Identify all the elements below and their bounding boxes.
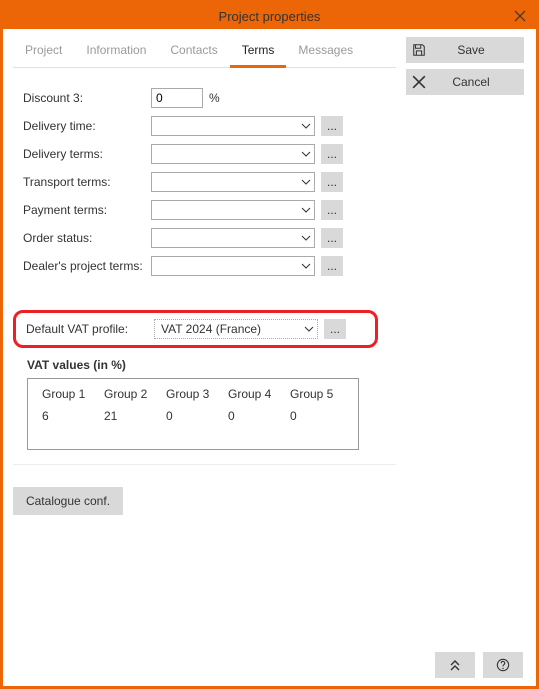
vat-value: 6 <box>42 409 104 423</box>
cancel-icon <box>406 75 432 89</box>
separator <box>13 464 396 465</box>
terms-form: Discount 3: % Delivery time: ... Deliver… <box>13 86 396 278</box>
ellipsis-delivery-time[interactable]: ... <box>321 116 343 136</box>
dropdown-vat-profile[interactable]: VAT 2024 (France) <box>154 319 318 339</box>
vat-value: 21 <box>104 409 166 423</box>
row-delivery-time: Delivery time: ... <box>23 114 396 138</box>
label-vat-profile: Default VAT profile: <box>26 322 154 336</box>
vat-values-heading: VAT values (in %) <box>27 358 396 372</box>
chevron-down-icon <box>301 261 311 271</box>
dropdown-delivery-terms[interactable] <box>151 144 315 164</box>
vat-profile-highlight: Default VAT profile: VAT 2024 (France) .… <box>13 310 378 348</box>
vat-value-row: 6 21 0 0 0 <box>28 407 358 429</box>
label-delivery-time: Delivery time: <box>23 119 151 133</box>
dropdown-delivery-time[interactable] <box>151 116 315 136</box>
tab-messages[interactable]: Messages <box>286 37 365 67</box>
help-icon <box>496 658 510 672</box>
dropdown-payment-terms[interactable] <box>151 200 315 220</box>
label-payment-terms: Payment terms: <box>23 203 151 217</box>
vat-value: 0 <box>228 409 290 423</box>
ellipsis-payment-terms[interactable]: ... <box>321 200 343 220</box>
label-delivery-terms: Delivery terms: <box>23 147 151 161</box>
ellipsis-transport-terms[interactable]: ... <box>321 172 343 192</box>
side-actions: Save Cancel <box>406 29 536 650</box>
tab-terms[interactable]: Terms <box>230 37 287 68</box>
vat-header-row: Group 1 Group 2 Group 3 Group 4 Group 5 <box>28 385 358 407</box>
window-title: Project properties <box>219 9 321 24</box>
vat-value: 0 <box>166 409 228 423</box>
save-icon <box>406 43 432 57</box>
close-button[interactable] <box>510 6 530 26</box>
input-discount3[interactable] <box>151 88 203 108</box>
row-transport-terms: Transport terms: ... <box>23 170 396 194</box>
tab-information[interactable]: Information <box>74 37 158 67</box>
vat-value: 0 <box>290 409 352 423</box>
vat-col-header: Group 1 <box>42 387 104 401</box>
label-discount3: Discount 3: <box>23 91 151 105</box>
row-order-status: Order status: ... <box>23 226 396 250</box>
catalogue-conf-button[interactable]: Catalogue conf. <box>13 487 123 515</box>
dropdown-order-status[interactable] <box>151 228 315 248</box>
chevron-down-icon <box>304 324 314 334</box>
cancel-button[interactable]: Cancel <box>406 69 524 95</box>
chevron-down-icon <box>301 205 311 215</box>
chevron-down-icon <box>301 149 311 159</box>
ellipsis-order-status[interactable]: ... <box>321 228 343 248</box>
row-dealer-terms: Dealer's project terms: ... <box>23 254 396 278</box>
ellipsis-vat-profile[interactable]: ... <box>324 319 346 339</box>
bottom-bar <box>435 647 533 683</box>
tab-contacts[interactable]: Contacts <box>158 37 229 67</box>
row-payment-terms: Payment terms: ... <box>23 198 396 222</box>
double-chevron-up-icon <box>448 658 462 672</box>
row-delivery-terms: Delivery terms: ... <box>23 142 396 166</box>
row-discount3: Discount 3: % <box>23 86 396 110</box>
suffix-discount3: % <box>209 91 220 105</box>
vat-col-header: Group 3 <box>166 387 228 401</box>
close-icon <box>514 10 526 22</box>
chevron-down-icon <box>301 177 311 187</box>
chevron-down-icon <box>301 233 311 243</box>
vat-col-header: Group 2 <box>104 387 166 401</box>
title-bar: Project properties <box>3 3 536 29</box>
vat-col-header: Group 4 <box>228 387 290 401</box>
tab-project[interactable]: Project <box>13 37 74 67</box>
tabs: Project Information Contacts Terms Messa… <box>13 37 396 68</box>
label-order-status: Order status: <box>23 231 151 245</box>
dropdown-dealer-terms[interactable] <box>151 256 315 276</box>
save-button[interactable]: Save <box>406 37 524 63</box>
dropdown-transport-terms[interactable] <box>151 172 315 192</box>
help-button[interactable] <box>483 652 523 678</box>
collapse-button[interactable] <box>435 652 475 678</box>
vat-values-table: Group 1 Group 2 Group 3 Group 4 Group 5 … <box>27 378 359 450</box>
vat-col-header: Group 5 <box>290 387 352 401</box>
ellipsis-delivery-terms[interactable]: ... <box>321 144 343 164</box>
label-transport-terms: Transport terms: <box>23 175 151 189</box>
ellipsis-dealer-terms[interactable]: ... <box>321 256 343 276</box>
label-dealer-terms: Dealer's project terms: <box>23 259 151 273</box>
chevron-down-icon <box>301 121 311 131</box>
